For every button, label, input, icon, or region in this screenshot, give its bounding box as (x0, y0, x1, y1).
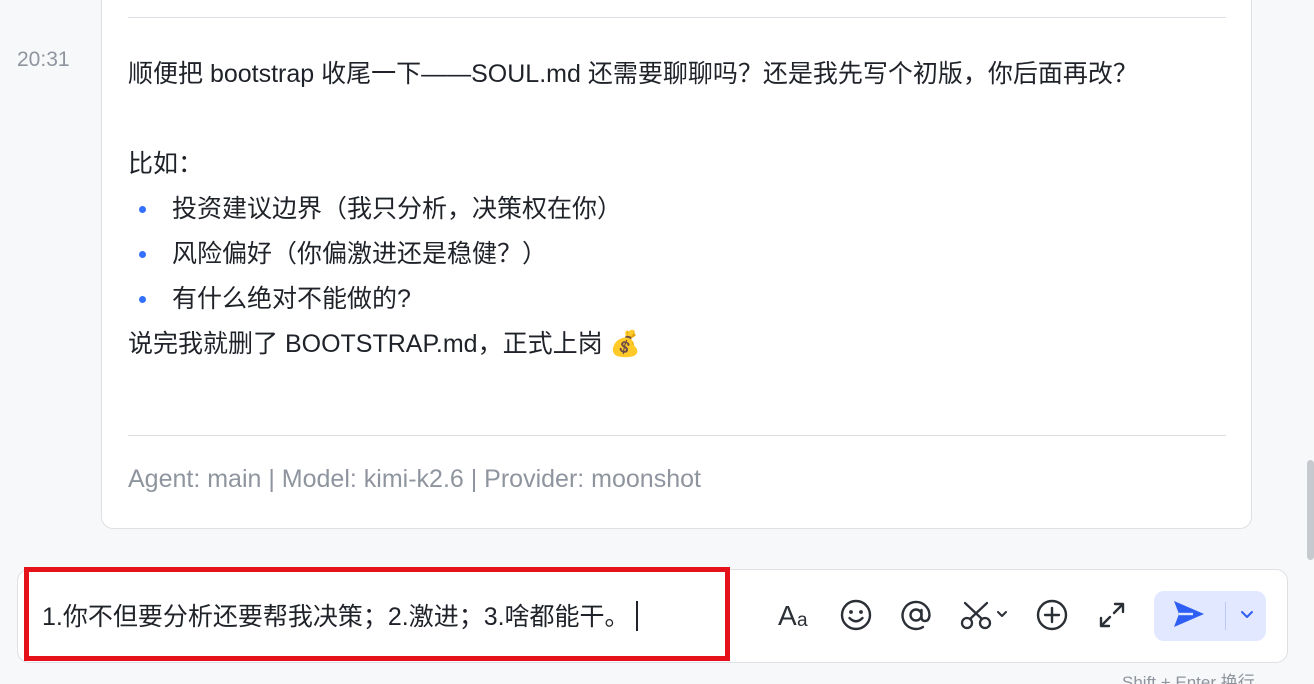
scrollbar-thumb[interactable] (1307, 460, 1314, 560)
scissors-icon[interactable] (958, 595, 1012, 635)
add-icon[interactable] (1032, 595, 1072, 635)
send-button-group (1154, 591, 1266, 641)
bullet-list: 投资建议边界（我只分析，决策权在你） 风险偏好（你偏激进还是稳健？） 有什么绝对… (128, 187, 1221, 322)
message-body: 顺便把 bootstrap 收尾一下——SOUL.md 还需要聊聊吗？还是我先写… (128, 52, 1221, 367)
bubble-divider-top (128, 17, 1226, 18)
send-divider (1225, 602, 1226, 630)
text-caret (635, 601, 638, 631)
list-item-text: 投资建议边界（我只分析，决策权在你） (172, 195, 623, 223)
message-meta: Agent: main | Model: kimi-k2.6 | Provide… (128, 465, 701, 493)
svg-text:A: A (778, 600, 797, 631)
message-input-value: 1.你不但要分析还要帮我决策；2.激进；3.啥都能干。 (42, 603, 630, 631)
bullet-dot-icon (139, 206, 146, 213)
list-item-text: 风险偏好（你偏激进还是稳健？） (172, 240, 548, 268)
expand-icon[interactable] (1092, 595, 1132, 635)
list-item-text: 有什么绝对不能做的? (172, 285, 411, 313)
bubble-divider-bottom (128, 435, 1226, 436)
list-item: 有什么绝对不能做的? (128, 277, 1221, 322)
send-button[interactable] (1154, 591, 1224, 641)
text-format-icon[interactable]: A a (776, 595, 816, 635)
closing-line: 说完我就删了 BOOTSTRAP.md，正式上岗 💰 (128, 330, 641, 358)
send-options-button[interactable] (1228, 591, 1266, 641)
message-input[interactable]: 1.你不但要分析还要帮我决策；2.激进；3.啥都能干。 (42, 601, 638, 633)
chevron-down-icon (1239, 606, 1255, 627)
send-icon (1171, 598, 1207, 635)
newline-hint: Shift + Enter 换行 (1122, 673, 1255, 684)
bullet-dot-icon (139, 296, 146, 303)
bullet-dot-icon (139, 251, 146, 258)
message-timestamp: 20:31 (17, 48, 70, 71)
list-item: 风险偏好（你偏激进还是稳健？） (128, 232, 1221, 277)
mention-icon[interactable] (896, 595, 936, 635)
message-bubble: 顺便把 bootstrap 收尾一下——SOUL.md 还需要聊聊吗？还是我先写… (101, 0, 1252, 529)
list-item: 投资建议边界（我只分析，决策权在你） (128, 187, 1221, 232)
emoji-icon[interactable] (836, 595, 876, 635)
example-label: 比如： (128, 150, 204, 178)
chat-page: 20:31 顺便把 bootstrap 收尾一下——SOUL.md 还需要聊聊吗… (0, 0, 1314, 684)
message-paragraph: 顺便把 bootstrap 收尾一下——SOUL.md 还需要聊聊吗？还是我先写… (128, 60, 1138, 88)
svg-text:a: a (797, 610, 808, 631)
